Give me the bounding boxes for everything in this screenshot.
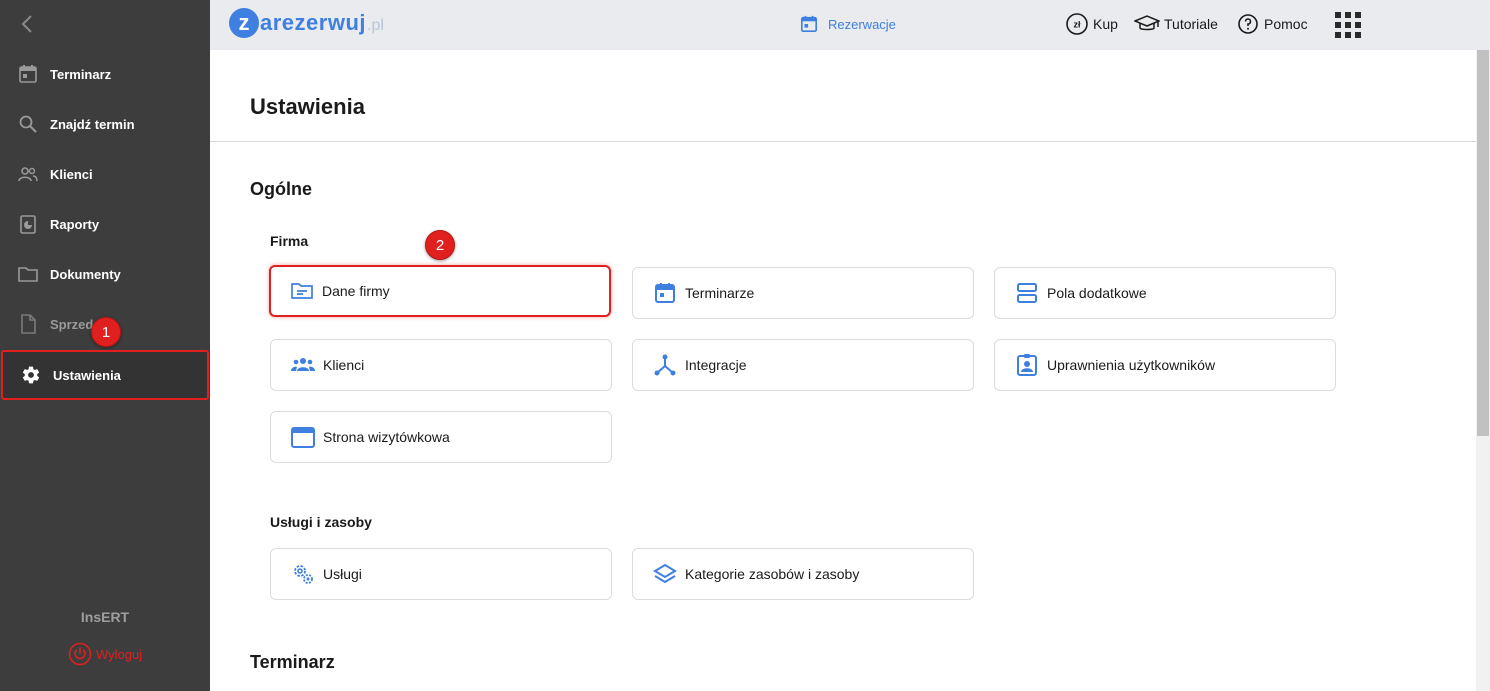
calendar-icon [653, 281, 677, 305]
sidebar-item-label: Dokumenty [50, 266, 121, 282]
card-company-data[interactable]: Dane firmy [269, 265, 611, 317]
card-extra-fields[interactable]: Pola dodatkowe [994, 267, 1336, 319]
people-icon [291, 353, 315, 377]
search-icon [18, 114, 38, 134]
logo-word: arezerwuj [260, 10, 366, 35]
logo-letter: z [229, 8, 259, 38]
tutorials-button[interactable]: Tutoriale [1133, 12, 1218, 36]
logout-button[interactable]: Wyloguj [68, 642, 142, 666]
logo-tld: .pl [367, 16, 384, 34]
apps-grid-icon[interactable] [1335, 12, 1361, 38]
buy-button[interactable]: zł Kup [1065, 12, 1118, 36]
logo[interactable]: z arezerwuj .pl [229, 8, 384, 38]
sidebar-item-znajdz-termin[interactable]: Znajdź termin [0, 99, 210, 149]
sidebar-item-terminarz[interactable]: Terminarz [0, 49, 210, 99]
group-title-company: Firma [270, 233, 309, 249]
step-badge-2: 2 [425, 230, 455, 260]
card-schedules[interactable]: Terminarze [632, 267, 974, 319]
step-badge-1: 1 [91, 317, 121, 347]
card-resource-categories[interactable]: Kategorie zasobów i zasoby [632, 548, 974, 600]
folder-icon [18, 264, 38, 284]
card-business-page[interactable]: Strona wizytówkowa [270, 411, 612, 463]
integration-icon [653, 353, 677, 377]
card-label: Strona wizytówkowa [323, 429, 450, 445]
group-title-services: Usługi i zasoby [270, 514, 372, 530]
people-icon [18, 164, 38, 184]
card-label: Integracje [685, 357, 747, 373]
calendar-icon [18, 64, 38, 84]
gear-icon [21, 365, 41, 385]
tutorials-label: Tutoriale [1164, 16, 1218, 32]
card-services[interactable]: Usługi [270, 548, 612, 600]
scrollbar-thumb[interactable] [1477, 50, 1489, 436]
sidebar-item-label: Terminarz [50, 66, 112, 82]
power-icon [68, 642, 92, 666]
list-fields-icon [1015, 281, 1039, 305]
back-arrow-icon[interactable] [16, 12, 40, 36]
browser-window-icon [291, 425, 315, 449]
badge-user-icon [1015, 353, 1039, 377]
header-divider [210, 141, 1476, 142]
card-label: Terminarze [685, 285, 755, 301]
card-label: Klienci [323, 357, 365, 373]
top-bar: z arezerwuj .pl Rezerwacje zł Kup Tutori… [210, 0, 1490, 50]
sidebar-item-label: Raporty [50, 216, 100, 232]
section-title-schedule: Terminarz [250, 652, 335, 672]
card-integrations[interactable]: Integracje [632, 339, 974, 391]
help-button[interactable]: Pomoc [1236, 12, 1308, 36]
currency-icon: zł [1065, 12, 1089, 36]
help-icon [1236, 12, 1260, 36]
page-title: Ustawienia [250, 94, 365, 119]
buy-label: Kup [1093, 16, 1118, 32]
section-title-general: Ogólne [250, 179, 312, 199]
document-icon [18, 314, 38, 334]
card-label: Uprawnienia użytkowników [1047, 357, 1216, 373]
sidebar-item-label: Klienci [50, 166, 93, 182]
graduation-cap-icon [1133, 12, 1161, 36]
sidebar-item-ustawienia[interactable]: Ustawienia [1, 350, 209, 400]
help-label: Pomoc [1264, 16, 1308, 32]
card-label: Kategorie zasobów i zasoby [685, 566, 860, 582]
card-label: Pola dodatkowe [1047, 285, 1147, 301]
sidebar-item-raporty[interactable]: Raporty [0, 199, 210, 249]
brand-label: InsERT [80, 609, 130, 625]
folder-details-icon [290, 279, 314, 303]
currency-symbol: zł [1073, 20, 1081, 30]
card-user-permissions[interactable]: Uprawnienia użytkowników [994, 339, 1336, 391]
reservations-link[interactable]: Rezerwacje [800, 15, 896, 33]
card-label: Dane firmy [322, 283, 390, 299]
logout-label: Wyloguj [96, 646, 143, 662]
report-icon [18, 214, 38, 234]
calendar-icon [800, 15, 818, 33]
sidebar-item-dokumenty[interactable]: Dokumenty [0, 249, 210, 299]
gears-icon [291, 562, 315, 586]
card-label: Usługi [323, 566, 362, 582]
layers-icon [653, 562, 677, 586]
sidebar-item-klienci[interactable]: Klienci [0, 149, 210, 199]
vertical-scrollbar[interactable] [1476, 50, 1490, 691]
sidebar-item-label: Znajdź termin [50, 116, 135, 132]
card-clients[interactable]: Klienci [270, 339, 612, 391]
sidebar-item-label: Ustawienia [53, 367, 121, 383]
reservations-label: Rezerwacje [828, 16, 896, 32]
